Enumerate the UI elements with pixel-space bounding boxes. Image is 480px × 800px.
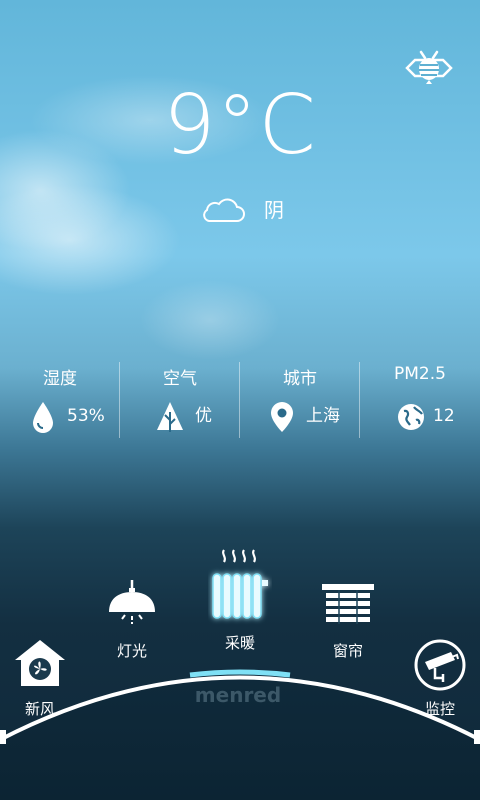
tree-icon bbox=[157, 402, 183, 432]
stat-label: 湿度 bbox=[43, 369, 77, 389]
stat-pm25: PM2.5 12 bbox=[360, 362, 480, 438]
cloud-icon bbox=[203, 198, 245, 222]
location-pin-icon bbox=[271, 402, 293, 432]
stat-value: 12 bbox=[433, 406, 455, 426]
stat-value: 上海 bbox=[306, 406, 340, 426]
device-label: 灯光 bbox=[116, 642, 147, 660]
device-monitor[interactable]: 监控 bbox=[400, 636, 480, 720]
fresh-air-house-icon bbox=[15, 640, 65, 686]
curtain-icon bbox=[322, 584, 374, 624]
condition-text: 阴 bbox=[264, 198, 284, 222]
device-light[interactable]: 灯光 bbox=[92, 580, 172, 664]
device-label: 采暖 bbox=[224, 634, 255, 652]
lamp-icon bbox=[109, 580, 155, 624]
camera-icon bbox=[414, 639, 466, 691]
stat-label: 城市 bbox=[283, 369, 317, 389]
brand-logo: menred bbox=[195, 683, 281, 707]
stat-value: 优 bbox=[195, 406, 212, 426]
stat-air: 空气 优 bbox=[120, 362, 240, 438]
weather-condition: 阴 bbox=[0, 190, 480, 230]
stat-label: 空气 bbox=[163, 369, 197, 389]
radiator-icon bbox=[212, 549, 268, 619]
device-label: 新风 bbox=[24, 700, 55, 718]
device-label: 监控 bbox=[424, 700, 455, 718]
temperature-reading: 9°C bbox=[163, 78, 317, 173]
stat-humidity: 湿度 53% bbox=[0, 362, 120, 438]
device-heating[interactable]: 采暖 bbox=[200, 546, 280, 656]
device-curtain[interactable]: 窗帘 bbox=[308, 584, 388, 668]
home-screen: 9°C 阴 湿度 53% 空气 优 城市 上海 PM2.5 12 menred … bbox=[0, 0, 480, 800]
globe-icon bbox=[398, 404, 424, 430]
humidity-drop-icon bbox=[33, 402, 53, 433]
device-fresh-air[interactable]: 新风 bbox=[0, 636, 80, 720]
stat-value: 53% bbox=[67, 406, 105, 426]
stat-label: PM2.5 bbox=[394, 364, 446, 384]
stat-city: 城市 上海 bbox=[240, 362, 360, 438]
device-label: 窗帘 bbox=[332, 642, 363, 660]
